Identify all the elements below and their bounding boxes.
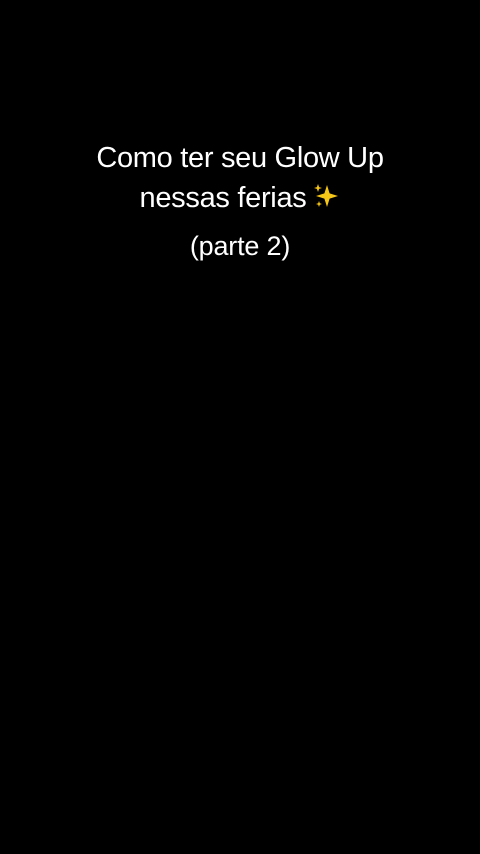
sparkles-icon	[314, 184, 339, 207]
caption-title-line-1: Como ter seu Glow Up	[96, 142, 384, 174]
caption-subtitle: (parte 2)	[189, 231, 291, 261]
caption-overlay: Como ter seu Glow Up nessas ferias (part…	[0, 138, 480, 264]
caption-title-line-2-text: nessas ferias	[139, 182, 307, 214]
caption-title-line-2: nessas ferias	[0, 178, 480, 218]
video-frame: Como ter seu Glow Up nessas ferias (part…	[0, 0, 480, 854]
